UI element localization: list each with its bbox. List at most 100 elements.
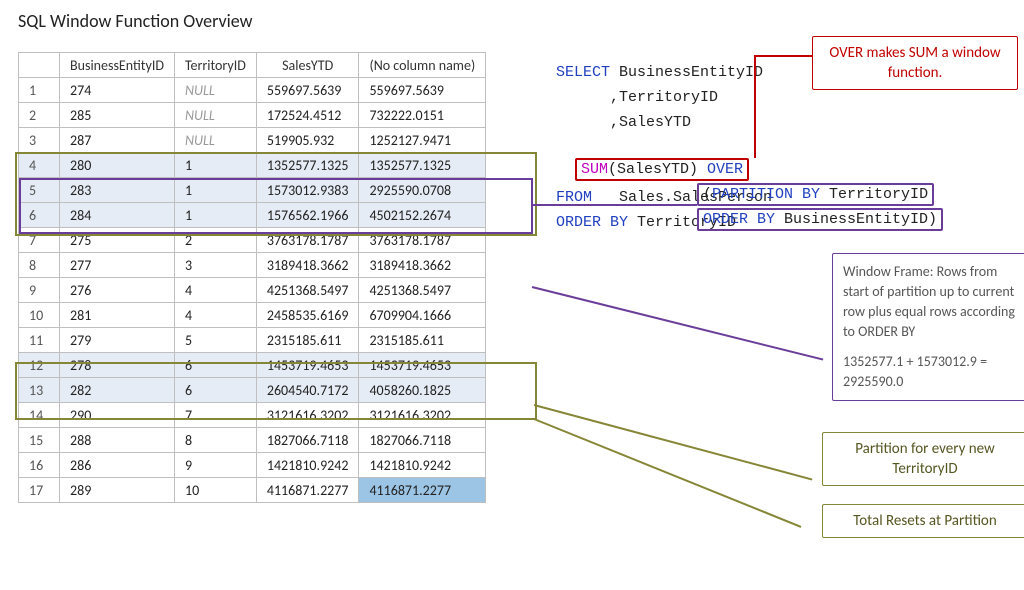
cell: 277: [60, 253, 175, 278]
cell: 1: [174, 203, 256, 228]
row-number: 8: [19, 253, 60, 278]
table-row: 727523763178.17873763178.1787: [19, 228, 486, 253]
cell: 3189418.3662: [256, 253, 359, 278]
cell: 9: [174, 453, 256, 478]
column-header: TerritoryID: [174, 53, 256, 78]
table-row: 1227861453719.46531453719.4653: [19, 353, 486, 378]
row-number: 16: [19, 453, 60, 478]
cell: 280: [60, 153, 175, 178]
cell: 1252127.9471: [359, 128, 486, 153]
cell: 2315185.611: [256, 328, 359, 353]
cell: 4502152.2674: [359, 203, 486, 228]
row-number: 9: [19, 278, 60, 303]
cell: 1352577.1325: [359, 153, 486, 178]
cell: 288: [60, 428, 175, 453]
cell: 4251368.5497: [359, 278, 486, 303]
row-number: 11: [19, 328, 60, 353]
cell: 274: [60, 78, 175, 103]
row-number: 5: [19, 178, 60, 203]
table-row: 1429073121616.32023121616.3202: [19, 403, 486, 428]
cell: 1352577.1325: [256, 153, 359, 178]
cell: 559697.5639: [359, 78, 486, 103]
cell: 3763178.1787: [359, 228, 486, 253]
table-row: 927644251368.54974251368.5497: [19, 278, 486, 303]
row-number: 14: [19, 403, 60, 428]
cell: 2315185.611: [359, 328, 486, 353]
cell: 2925590.0708: [359, 178, 486, 203]
cell: 519905.932: [256, 128, 359, 153]
cell: 1576562.1966: [256, 203, 359, 228]
row-number: 10: [19, 303, 60, 328]
cell: NULL: [174, 103, 256, 128]
cell: 286: [60, 453, 175, 478]
cell: 559697.5639: [256, 78, 359, 103]
cell: 10: [174, 478, 256, 503]
column-header: [19, 53, 60, 78]
cell: 7: [174, 403, 256, 428]
cell: 1827066.7118: [256, 428, 359, 453]
sql-order-by: ORDER BY BusinessEntityID): [697, 208, 943, 231]
cell: 279: [60, 328, 175, 353]
cell: 1: [174, 153, 256, 178]
cell: 4: [174, 303, 256, 328]
row-number: 17: [19, 478, 60, 503]
cell: 172524.4512: [256, 103, 359, 128]
cell: 4251368.5497: [256, 278, 359, 303]
row-number: 3: [19, 128, 60, 153]
page-title: SQL Window Function Overview: [18, 10, 253, 32]
table-row: 1328262604540.71724058260.1825: [19, 378, 486, 403]
result-table: BusinessEntityIDTerritoryIDSalesYTD(No c…: [18, 52, 486, 503]
cell: 1453719.4653: [359, 353, 486, 378]
callout-frame-math: 1352577.1 + 1573012.9 = 2925590.0: [843, 352, 1017, 392]
cell: 290: [60, 403, 175, 428]
cell: 284: [60, 203, 175, 228]
cell: 1827066.7118: [359, 428, 486, 453]
cell: 1421810.9242: [256, 453, 359, 478]
row-number: 2: [19, 103, 60, 128]
sql-partition-by: (PARTITION BY TerritoryID: [697, 183, 934, 206]
row-number: 15: [19, 428, 60, 453]
column-header: SalesYTD: [256, 53, 359, 78]
table-row: 827733189418.36623189418.3662: [19, 253, 486, 278]
cell: 281: [60, 303, 175, 328]
cell: 1453719.4653: [256, 353, 359, 378]
callout-reset: Total Resets at Partition: [822, 504, 1024, 538]
row-number: 13: [19, 378, 60, 403]
table-row: 17289104116871.22774116871.2277: [19, 478, 486, 503]
row-number: 12: [19, 353, 60, 378]
row-number: 7: [19, 228, 60, 253]
cell: 1573012.9383: [256, 178, 359, 203]
cell: 2604540.7172: [256, 378, 359, 403]
cell: 287: [60, 128, 175, 153]
cell: 6: [174, 353, 256, 378]
cell: 1421810.9242: [359, 453, 486, 478]
cell: 5: [174, 328, 256, 353]
cell: 3121616.3202: [256, 403, 359, 428]
table-row: 1528881827066.71181827066.7118: [19, 428, 486, 453]
row-number: 1: [19, 78, 60, 103]
cell: 732222.0151: [359, 103, 486, 128]
table-row: 2285NULL172524.4512732222.0151: [19, 103, 486, 128]
row-number: 6: [19, 203, 60, 228]
table-row: 1028142458535.61696709904.1666: [19, 303, 486, 328]
table-row: 1274NULL559697.5639559697.5639: [19, 78, 486, 103]
cell: 2: [174, 228, 256, 253]
cell: 1: [174, 178, 256, 203]
cell: 6: [174, 378, 256, 403]
cell: 275: [60, 228, 175, 253]
cell: 3121616.3202: [359, 403, 486, 428]
table-row: 1127952315185.6112315185.611: [19, 328, 486, 353]
row-number: 4: [19, 153, 60, 178]
cell: NULL: [174, 128, 256, 153]
cell: 285: [60, 103, 175, 128]
cell: 282: [60, 378, 175, 403]
cell: 3: [174, 253, 256, 278]
column-header: (No column name): [359, 53, 486, 78]
cell: 6709904.1666: [359, 303, 486, 328]
cell: 278: [60, 353, 175, 378]
callout-partition: Partition for every new TerritoryID: [822, 432, 1024, 486]
callout-frame-text: Window Frame: Rows from start of partiti…: [843, 262, 1017, 342]
cell: 4058260.1825: [359, 378, 486, 403]
cell: 283: [60, 178, 175, 203]
cell: 8: [174, 428, 256, 453]
